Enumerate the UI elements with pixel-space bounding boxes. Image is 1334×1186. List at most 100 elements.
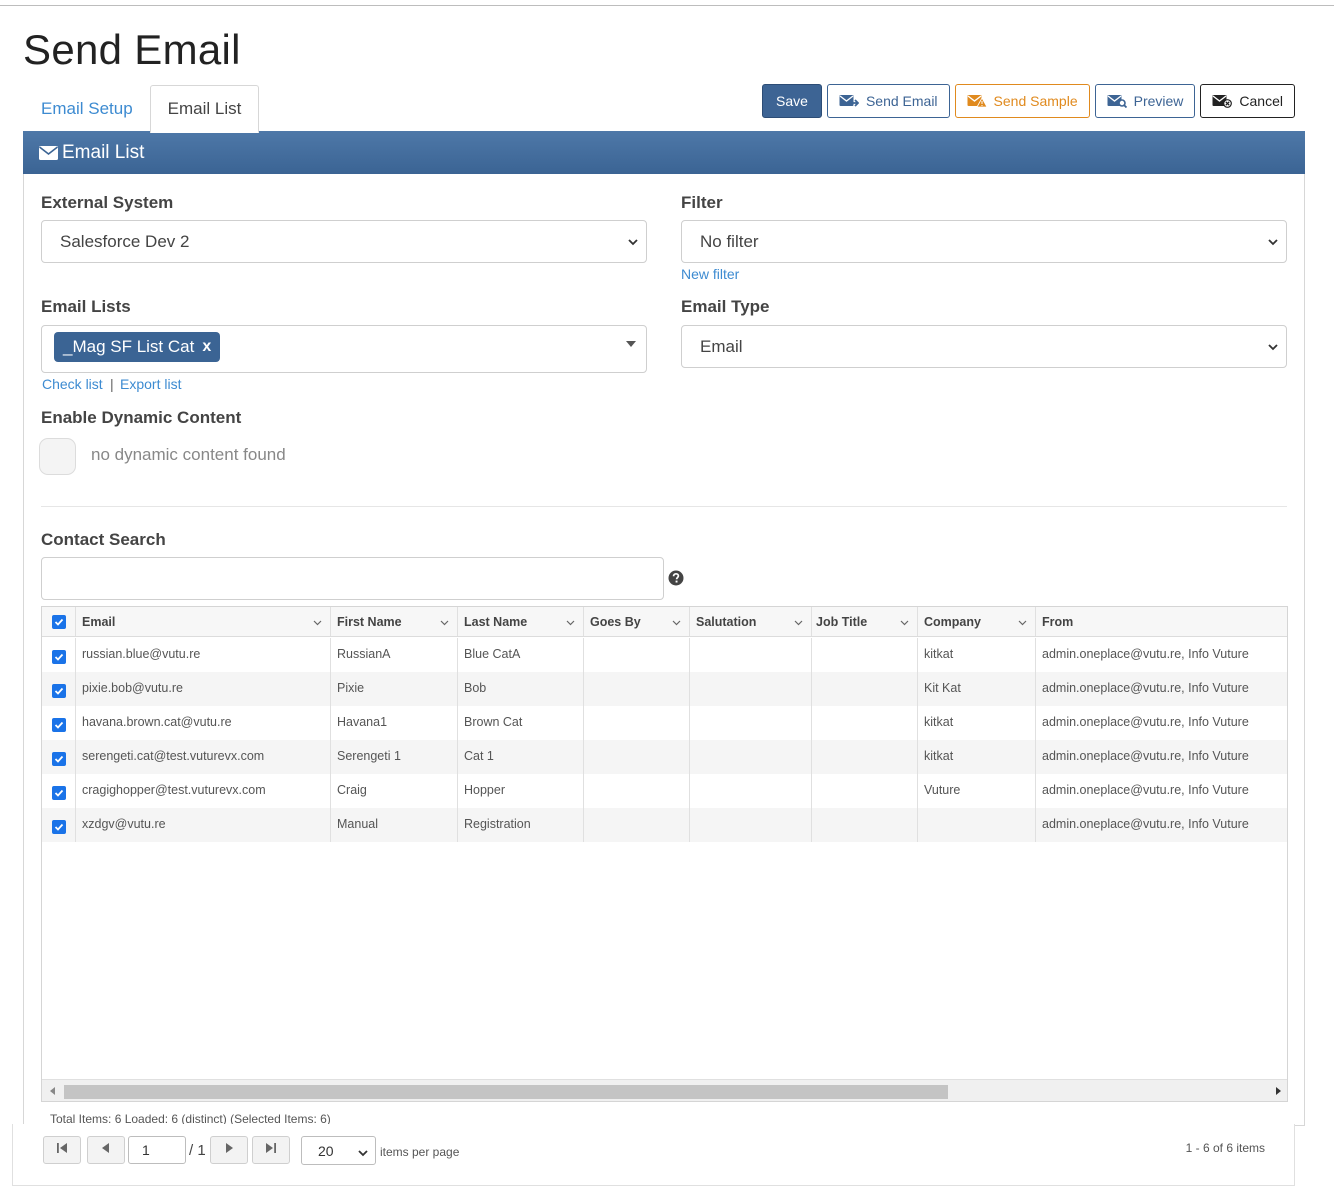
page-number-input[interactable]: 1 <box>128 1136 186 1164</box>
cell-salutation <box>690 808 812 842</box>
column-header-email[interactable]: Email <box>76 607 331 636</box>
panel-header: Email List <box>23 131 1305 174</box>
items-per-page-label: items per page <box>380 1145 460 1159</box>
first-page-button[interactable] <box>43 1136 81 1164</box>
send-email-button[interactable]: Send Email <box>826 84 950 118</box>
preview-button-label: Preview <box>1133 93 1184 109</box>
cell-last-name: Hopper <box>458 774 584 808</box>
envelope-forward-icon <box>839 94 859 108</box>
contacts-grid: Email First Name Last Name Goes By Salut… <box>41 606 1288 1102</box>
check-list-link[interactable]: Check list <box>42 376 103 392</box>
row-checkbox[interactable] <box>42 808 76 842</box>
checkbox-checked-icon <box>52 650 66 664</box>
cell-first-name: Serengeti 1 <box>331 740 458 774</box>
scroll-right-icon[interactable] <box>1276 1087 1281 1095</box>
caret-down-icon[interactable] <box>626 341 636 347</box>
row-checkbox[interactable] <box>42 672 76 706</box>
cell-salutation <box>690 740 812 774</box>
chevron-down-icon[interactable] <box>566 616 575 630</box>
external-system-select[interactable]: Salesforce Dev 2 <box>41 220 647 263</box>
row-checkbox[interactable] <box>42 638 76 672</box>
remove-chip-button[interactable]: x <box>202 338 211 356</box>
tab-bar: Email Setup Email List <box>24 84 260 133</box>
send-sample-button-label: Send Sample <box>993 93 1078 109</box>
preview-button[interactable]: Preview <box>1094 84 1196 118</box>
page-size-select[interactable]: 20 <box>301 1136 376 1165</box>
table-row[interactable]: pixie.bob@vutu.re Pixie Bob Kit Kat admi… <box>42 672 1287 706</box>
cell-email: cragighopper@test.vuturevx.com <box>76 774 331 808</box>
checkbox-checked-icon <box>52 614 66 629</box>
table-row[interactable]: cragighopper@test.vuturevx.com Craig Hop… <box>42 774 1287 808</box>
save-button-label: Save <box>776 93 808 109</box>
table-row[interactable]: russian.blue@vutu.re RussianA Blue CatA … <box>42 638 1287 672</box>
help-icon[interactable] <box>668 570 684 591</box>
email-lists-multiselect[interactable]: _Mag SF List Cat x <box>41 325 647 373</box>
cell-from: admin.oneplace@vutu.re, Info Vuture <box>1042 681 1249 695</box>
first-page-icon <box>55 1141 69 1159</box>
dynamic-content-label: Enable Dynamic Content <box>41 408 242 427</box>
chevron-down-icon[interactable] <box>900 616 909 630</box>
dynamic-content-toggle[interactable] <box>39 438 76 475</box>
prev-page-button[interactable] <box>87 1136 125 1164</box>
scroll-left-icon[interactable] <box>50 1087 55 1095</box>
column-header-salutation[interactable]: Salutation <box>690 607 812 636</box>
email-type-label: Email Type <box>681 297 770 316</box>
export-list-link[interactable]: Export list <box>120 376 181 392</box>
column-header-label: From <box>1042 614 1074 629</box>
save-button[interactable]: Save <box>762 84 822 118</box>
next-page-icon <box>223 1141 235 1159</box>
email-type-select[interactable]: Email <box>681 325 1287 368</box>
new-filter-link[interactable]: New filter <box>681 266 739 282</box>
external-system-value: Salesforce Dev 2 <box>60 231 190 251</box>
table-row[interactable]: xzdgv@vutu.re Manual Registration admin.… <box>42 808 1287 842</box>
chevron-down-icon[interactable] <box>672 616 681 630</box>
column-header-goes-by[interactable]: Goes By <box>584 607 690 636</box>
cell-company: kitkat <box>918 638 1036 672</box>
checkbox-checked-icon <box>52 786 66 800</box>
scrollbar-thumb[interactable] <box>64 1085 948 1099</box>
chevron-down-icon[interactable] <box>440 616 449 630</box>
cell-salutation <box>690 638 812 672</box>
grid-header: Email First Name Last Name Goes By Salut… <box>42 607 1287 637</box>
chevron-down-icon[interactable] <box>1018 616 1027 630</box>
column-header-first-name[interactable]: First Name <box>331 607 458 636</box>
cell-goes-by <box>584 706 690 740</box>
cell-salutation <box>690 706 812 740</box>
column-header-company[interactable]: Company <box>918 607 1036 636</box>
page-title: Send Email <box>23 26 241 73</box>
row-checkbox[interactable] <box>42 774 76 808</box>
filter-select[interactable]: No filter <box>681 220 1287 263</box>
contact-search-input[interactable] <box>41 557 664 600</box>
column-header-job-title[interactable]: Job Title <box>812 607 918 636</box>
tab-email-list[interactable]: Email List <box>149 85 260 133</box>
checkbox-checked-icon <box>52 718 66 732</box>
chevron-down-icon[interactable] <box>794 616 803 630</box>
send-sample-button[interactable]: Send Sample <box>954 84 1090 118</box>
cell-last-name: Cat 1 <box>458 740 584 774</box>
cancel-button[interactable]: Cancel <box>1200 84 1295 118</box>
next-page-button[interactable] <box>210 1136 248 1164</box>
table-row[interactable]: havana.brown.cat@vutu.re Havana1 Brown C… <box>42 706 1287 740</box>
row-checkbox[interactable] <box>42 740 76 774</box>
cell-job-title <box>812 638 918 672</box>
row-checkbox[interactable] <box>42 706 76 740</box>
cell-job-title <box>812 740 918 774</box>
cell-last-name: Brown Cat <box>458 706 584 740</box>
select-all-checkbox[interactable] <box>42 607 76 636</box>
cell-company <box>918 808 1036 842</box>
cell-company: Kit Kat <box>918 672 1036 706</box>
cell-email: pixie.bob@vutu.re <box>76 672 331 706</box>
pager-info: 1 - 6 of 6 items <box>1185 1141 1265 1155</box>
checkbox-checked-icon <box>52 684 66 698</box>
table-row[interactable]: serengeti.cat@test.vuturevx.com Serenget… <box>42 740 1287 774</box>
cell-company: kitkat <box>918 740 1036 774</box>
chevron-down-icon[interactable] <box>313 616 322 630</box>
tab-email-setup[interactable]: Email Setup <box>24 85 150 132</box>
cell-from: admin.oneplace@vutu.re, Info Vuture <box>1042 783 1249 797</box>
last-page-button[interactable] <box>252 1136 290 1164</box>
cell-salutation <box>690 774 812 808</box>
column-header-from[interactable]: From <box>1036 607 1287 636</box>
horizontal-scrollbar[interactable] <box>42 1079 1287 1101</box>
column-header-last-name[interactable]: Last Name <box>458 607 584 636</box>
chevron-down-icon <box>627 234 639 254</box>
